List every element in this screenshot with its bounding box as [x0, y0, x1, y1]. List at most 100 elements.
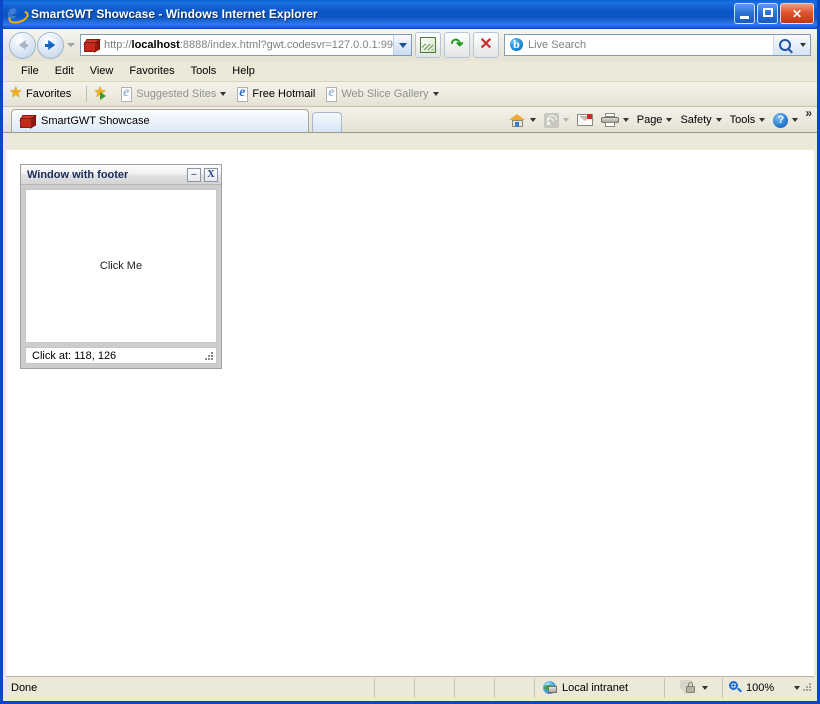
window-maximize-button[interactable]	[757, 3, 778, 24]
status-bar: Done Local intranet + 100%	[6, 676, 814, 698]
chevron-down-icon	[67, 43, 75, 47]
print-button[interactable]	[597, 109, 633, 131]
smartgwt-window-footer: Click at: 118, 126	[25, 347, 217, 364]
new-tab-button[interactable]	[312, 112, 342, 132]
smartgwt-close-button[interactable]: X	[204, 167, 218, 182]
window-title: SmartGWT Showcase - Windows Internet Exp…	[31, 7, 318, 21]
chevron-down-icon	[432, 92, 439, 96]
add-to-favorites-bar-button[interactable]	[93, 85, 110, 101]
menu-file[interactable]: File	[13, 63, 47, 79]
address-url: http://localhost:8888/index.html?gwt.cod…	[104, 39, 393, 51]
favorites-item-free-hotmail[interactable]: e Free Hotmail	[235, 85, 315, 102]
smartgwt-window-title: Window with footer	[27, 168, 129, 181]
chevron-down-icon	[800, 43, 806, 47]
lock-icon	[679, 680, 698, 695]
navigation-bar: http://localhost:8888/index.html?gwt.cod…	[3, 29, 817, 61]
back-button[interactable]	[9, 31, 36, 59]
address-dropdown-button[interactable]	[393, 35, 411, 55]
smartgwt-window-body[interactable]: Click Me	[25, 189, 217, 343]
footer-status-text: Click at: 118, 126	[32, 349, 117, 362]
site-favicon	[83, 38, 101, 53]
favorites-center-button[interactable]: Favorites	[9, 85, 72, 101]
chevron-down-icon	[529, 118, 536, 122]
status-segment	[374, 677, 414, 698]
search-icon	[779, 39, 791, 51]
menu-bar: File Edit View Favorites Tools Help	[3, 61, 817, 82]
recent-pages-dropdown[interactable]	[64, 33, 78, 58]
resize-grip[interactable]	[204, 351, 214, 361]
favorites-item-label: Web Slice Gallery	[341, 88, 429, 100]
help-menu-button[interactable]	[769, 109, 802, 131]
menu-help[interactable]: Help	[224, 63, 263, 79]
compatibility-view-button[interactable]	[415, 32, 441, 58]
close-icon: ✕	[479, 36, 493, 53]
site-favicon	[19, 114, 37, 129]
stop-button[interactable]: ✕	[473, 32, 499, 58]
search-options-button[interactable]	[796, 35, 810, 55]
smartgwt-minimize-button[interactable]: –	[187, 167, 201, 182]
protected-mode-indicator[interactable]	[664, 677, 722, 698]
tab-smartgwt-showcase[interactable]: SmartGWT Showcase	[11, 109, 309, 132]
search-go-button[interactable]	[773, 35, 796, 55]
command-bar-overflow-button[interactable]: »	[802, 107, 815, 119]
page-menu-button[interactable]: Page	[633, 109, 677, 131]
chevron-down-icon	[701, 685, 708, 690]
refresh-icon: ↷	[450, 36, 464, 53]
read-mail-button[interactable]	[573, 109, 597, 131]
chevron-down-icon	[666, 118, 673, 122]
security-zone-indicator[interactable]: Local intranet	[534, 677, 664, 698]
chevron-down-icon	[398, 42, 407, 48]
smartgwt-window-header[interactable]: Window with footer – X	[21, 165, 221, 185]
favorites-item-suggested-sites[interactable]: e Suggested Sites	[119, 85, 227, 102]
menu-favorites[interactable]: Favorites	[121, 63, 182, 79]
chevron-down-icon	[715, 118, 722, 122]
chevron-down-icon	[562, 118, 569, 122]
status-text: Done	[11, 681, 38, 694]
star-add-icon	[93, 85, 107, 101]
favorites-item-web-slice-gallery[interactable]: e Web Slice Gallery	[324, 85, 439, 102]
status-segment	[494, 677, 534, 698]
status-segment	[414, 677, 454, 698]
menu-tools[interactable]: Tools	[183, 63, 225, 79]
tab-bar: SmartGWT Showcase Page Safety Tools ? »	[3, 107, 817, 133]
internet-explorer-window: e SmartGWT Showcase - Windows Internet E…	[0, 0, 820, 704]
window-controls: ✕	[734, 3, 814, 24]
zoom-control[interactable]: + 100%	[722, 677, 814, 698]
tools-menu-button[interactable]: Tools	[726, 109, 770, 131]
page-content: Window with footer – X Click Me Click at…	[6, 150, 814, 676]
command-bar: Page Safety Tools »	[505, 107, 817, 133]
zoom-icon: +	[729, 681, 742, 694]
tab-label: SmartGWT Showcase	[41, 115, 150, 127]
favorites-label: Favorites	[26, 88, 72, 100]
internet-explorer-icon: e	[6, 3, 31, 26]
click-me-label: Click Me	[99, 260, 143, 272]
menu-view[interactable]: View	[82, 63, 122, 79]
rss-feed-icon	[543, 112, 559, 128]
help-icon	[773, 112, 789, 128]
window-title-bar: e SmartGWT Showcase - Windows Internet E…	[3, 0, 817, 29]
ie-page-icon: e	[119, 85, 133, 102]
window-resize-grip[interactable]	[800, 678, 814, 698]
status-segment	[454, 677, 494, 698]
refresh-button[interactable]: ↷	[444, 32, 470, 58]
ie-page-icon: e	[235, 85, 249, 102]
window-minimize-button[interactable]	[734, 3, 755, 24]
chevron-down-icon	[622, 118, 629, 122]
menu-edit[interactable]: Edit	[47, 63, 82, 79]
star-icon	[9, 85, 23, 101]
home-button[interactable]	[505, 109, 540, 131]
ie-page-icon: e	[324, 85, 338, 102]
favorites-item-label: Suggested Sites	[136, 88, 217, 100]
security-zone-label: Local intranet	[562, 681, 629, 694]
bing-icon: b	[508, 37, 525, 53]
search-box[interactable]: b Live Search	[504, 34, 811, 56]
address-bar[interactable]: http://localhost:8888/index.html?gwt.cod…	[80, 34, 412, 56]
window-close-button[interactable]: ✕	[780, 3, 814, 24]
safety-menu-button[interactable]: Safety	[676, 109, 725, 131]
chevron-down-icon	[792, 118, 799, 122]
globe-icon	[543, 680, 558, 695]
forward-button[interactable]	[37, 31, 64, 59]
printer-icon	[600, 113, 619, 127]
search-input[interactable]: Live Search	[528, 39, 773, 51]
feeds-button[interactable]	[540, 109, 573, 131]
